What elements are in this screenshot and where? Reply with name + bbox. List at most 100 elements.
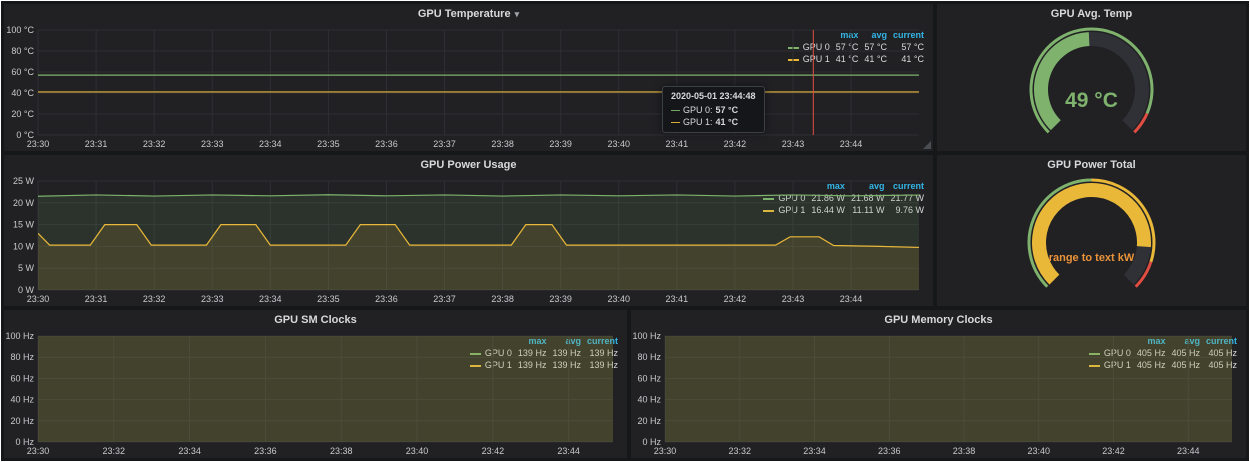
gauge-value-text: range to text kW	[1049, 252, 1135, 264]
svg-text:23:30: 23:30	[654, 446, 677, 456]
panel-gpu-temperature: GPU Temperature▾ 2020-05-01 23:44:48—GPU…	[4, 4, 933, 151]
panel-header-gpu-avg-temp[interactable]: GPU Avg. Temp	[937, 4, 1246, 24]
svg-text:23:34: 23:34	[259, 294, 282, 304]
svg-text:23:39: 23:39	[549, 294, 572, 304]
svg-text:25 W: 25 W	[13, 176, 35, 186]
panel-header-gpu-memory-clocks[interactable]: GPU Memory Clocks	[631, 310, 1246, 330]
panel-gpu-avg-temp: GPU Avg. Temp 49 °C	[937, 4, 1246, 151]
svg-text:23:41: 23:41	[666, 139, 689, 149]
tooltip-time: 2020-05-01 23:44:48	[671, 91, 756, 101]
svg-text:5 W: 5 W	[18, 263, 35, 273]
svg-text:23:42: 23:42	[724, 139, 747, 149]
svg-text:23:42: 23:42	[724, 294, 747, 304]
panel-gpu-power-total: GPU Power Total range to text kW	[937, 155, 1246, 306]
svg-text:20 °C: 20 °C	[11, 109, 34, 119]
svg-text:23:40: 23:40	[406, 446, 429, 456]
svg-text:23:44: 23:44	[557, 446, 580, 456]
svg-text:80 Hz: 80 Hz	[637, 352, 661, 362]
panel-header-gpu-power-total[interactable]: GPU Power Total	[937, 155, 1246, 175]
svg-text:23:40: 23:40	[607, 294, 630, 304]
svg-text:23:44: 23:44	[840, 139, 863, 149]
svg-text:23:32: 23:32	[103, 446, 126, 456]
svg-text:80 °C: 80 °C	[11, 46, 34, 56]
svg-text:60 Hz: 60 Hz	[637, 373, 661, 383]
svg-text:0 °C: 0 °C	[16, 130, 34, 140]
svg-text:0 Hz: 0 Hz	[642, 437, 661, 447]
svg-text:23:42: 23:42	[1102, 446, 1125, 456]
panel-gpu-power-usage: GPU Power Usage 23:3023:3123:3223:3323:3…	[4, 155, 933, 306]
tooltip-row: —GPU 0:57 °C	[671, 104, 756, 116]
gpu-sm-clocks-chart[interactable]: 23:3023:3223:3423:3623:3823:4023:4223:44…	[4, 330, 465, 458]
avg-temp-gauge: 49 °C	[937, 24, 1246, 151]
svg-text:23:36: 23:36	[878, 446, 901, 456]
svg-text:100 Hz: 100 Hz	[5, 331, 34, 341]
svg-text:23:43: 23:43	[782, 294, 805, 304]
svg-text:23:30: 23:30	[27, 139, 50, 149]
panel-title: GPU Avg. Temp	[1051, 8, 1133, 20]
svg-text:20 W: 20 W	[13, 198, 35, 208]
svg-text:23:31: 23:31	[85, 294, 108, 304]
svg-text:23:38: 23:38	[953, 446, 976, 456]
svg-text:23:43: 23:43	[782, 139, 805, 149]
svg-text:23:40: 23:40	[607, 139, 630, 149]
svg-text:23:32: 23:32	[143, 139, 166, 149]
gauge-value-text: 49 °C	[1065, 89, 1118, 112]
panel-header-gpu-power-usage[interactable]: GPU Power Usage	[4, 155, 933, 175]
panel-gpu-memory-clocks: GPU Memory Clocks 23:3023:3223:3423:3623…	[631, 310, 1246, 458]
series-swatch: —	[671, 117, 680, 127]
svg-text:100 °C: 100 °C	[6, 25, 34, 35]
svg-text:20 Hz: 20 Hz	[637, 416, 661, 426]
svg-text:0 W: 0 W	[18, 285, 35, 295]
panel-header-gpu-temperature[interactable]: GPU Temperature▾	[4, 4, 933, 24]
svg-text:20 Hz: 20 Hz	[10, 416, 34, 426]
panel-resize-handle[interactable]	[923, 141, 931, 149]
svg-text:100 Hz: 100 Hz	[632, 331, 661, 341]
svg-text:23:42: 23:42	[482, 446, 505, 456]
svg-text:23:34: 23:34	[178, 446, 201, 456]
svg-text:15 W: 15 W	[13, 220, 35, 230]
svg-text:40 °C: 40 °C	[11, 88, 34, 98]
svg-text:23:30: 23:30	[27, 294, 50, 304]
svg-text:10 W: 10 W	[13, 241, 35, 251]
chart-power-svg: 23:3023:3123:3223:3323:3423:3523:3623:37…	[4, 175, 925, 306]
svg-text:23:37: 23:37	[433, 139, 456, 149]
grafana-gpu-dashboard: GPU Temperature▾ 2020-05-01 23:44:48—GPU…	[1, 1, 1249, 461]
gauge-svg: range to text kW	[937, 175, 1246, 306]
gpu-power-usage-chart[interactable]: 23:3023:3123:3223:3323:3423:3523:3623:37…	[4, 175, 758, 306]
svg-text:23:37: 23:37	[433, 294, 456, 304]
svg-text:23:40: 23:40	[1027, 446, 1050, 456]
svg-text:23:39: 23:39	[549, 139, 572, 149]
panel-title: GPU Power Total	[1047, 159, 1135, 171]
chart-mem-svg: 23:30 23:32 23:34 23:36 23:38 23:40 23:42 23:44…	[631, 330, 1238, 458]
power-total-gauge: range to text kW	[937, 175, 1246, 306]
svg-text:23:34: 23:34	[803, 446, 826, 456]
svg-text:23:36: 23:36	[375, 294, 398, 304]
panel-title: GPU SM Clocks	[274, 314, 357, 326]
series-swatch: —	[671, 105, 680, 115]
svg-text:23:33: 23:33	[201, 139, 224, 149]
panel-title: GPU Memory Clocks	[884, 314, 992, 326]
svg-text:23:32: 23:32	[728, 446, 751, 456]
svg-text:23:31: 23:31	[85, 139, 108, 149]
svg-text:23:44: 23:44	[840, 294, 863, 304]
gpu-memory-clocks-chart[interactable]: 23:3023:3223:3423:3623:3823:4023:4223:44…	[631, 330, 1084, 458]
svg-text:23:38: 23:38	[491, 139, 514, 149]
svg-text:23:34: 23:34	[259, 139, 282, 149]
svg-text:23:36: 23:36	[375, 139, 398, 149]
panel-title: GPU Temperature	[418, 8, 511, 20]
svg-text:40 Hz: 40 Hz	[10, 395, 34, 405]
svg-text:23:36: 23:36	[254, 446, 277, 456]
tooltip-row: —GPU 1:41 °C	[671, 116, 756, 128]
chart-sm-svg: 23:3023:3223:3423:3623:3823:4023:4223:44…	[4, 330, 619, 458]
svg-text:23:35: 23:35	[317, 139, 340, 149]
svg-text:23:38: 23:38	[330, 446, 353, 456]
svg-text:60 °C: 60 °C	[11, 67, 34, 77]
chart-tooltip: 2020-05-01 23:44:48 —GPU 0:57 °C—GPU 1:41…	[662, 86, 765, 133]
svg-text:0 Hz: 0 Hz	[15, 437, 34, 447]
svg-text:23:44: 23:44	[1177, 446, 1200, 456]
gpu-temperature-chart[interactable]: 2020-05-01 23:44:48 —GPU 0:57 °C—GPU 1:41…	[4, 24, 783, 151]
svg-text:40 Hz: 40 Hz	[637, 395, 661, 405]
chart-temp-svg: 23:30 23:31 23:32 23:33 23:34 23:35 23:36 23:37…	[4, 24, 925, 151]
panel-header-gpu-sm-clocks[interactable]: GPU SM Clocks	[4, 310, 627, 330]
svg-text:23:32: 23:32	[143, 294, 166, 304]
